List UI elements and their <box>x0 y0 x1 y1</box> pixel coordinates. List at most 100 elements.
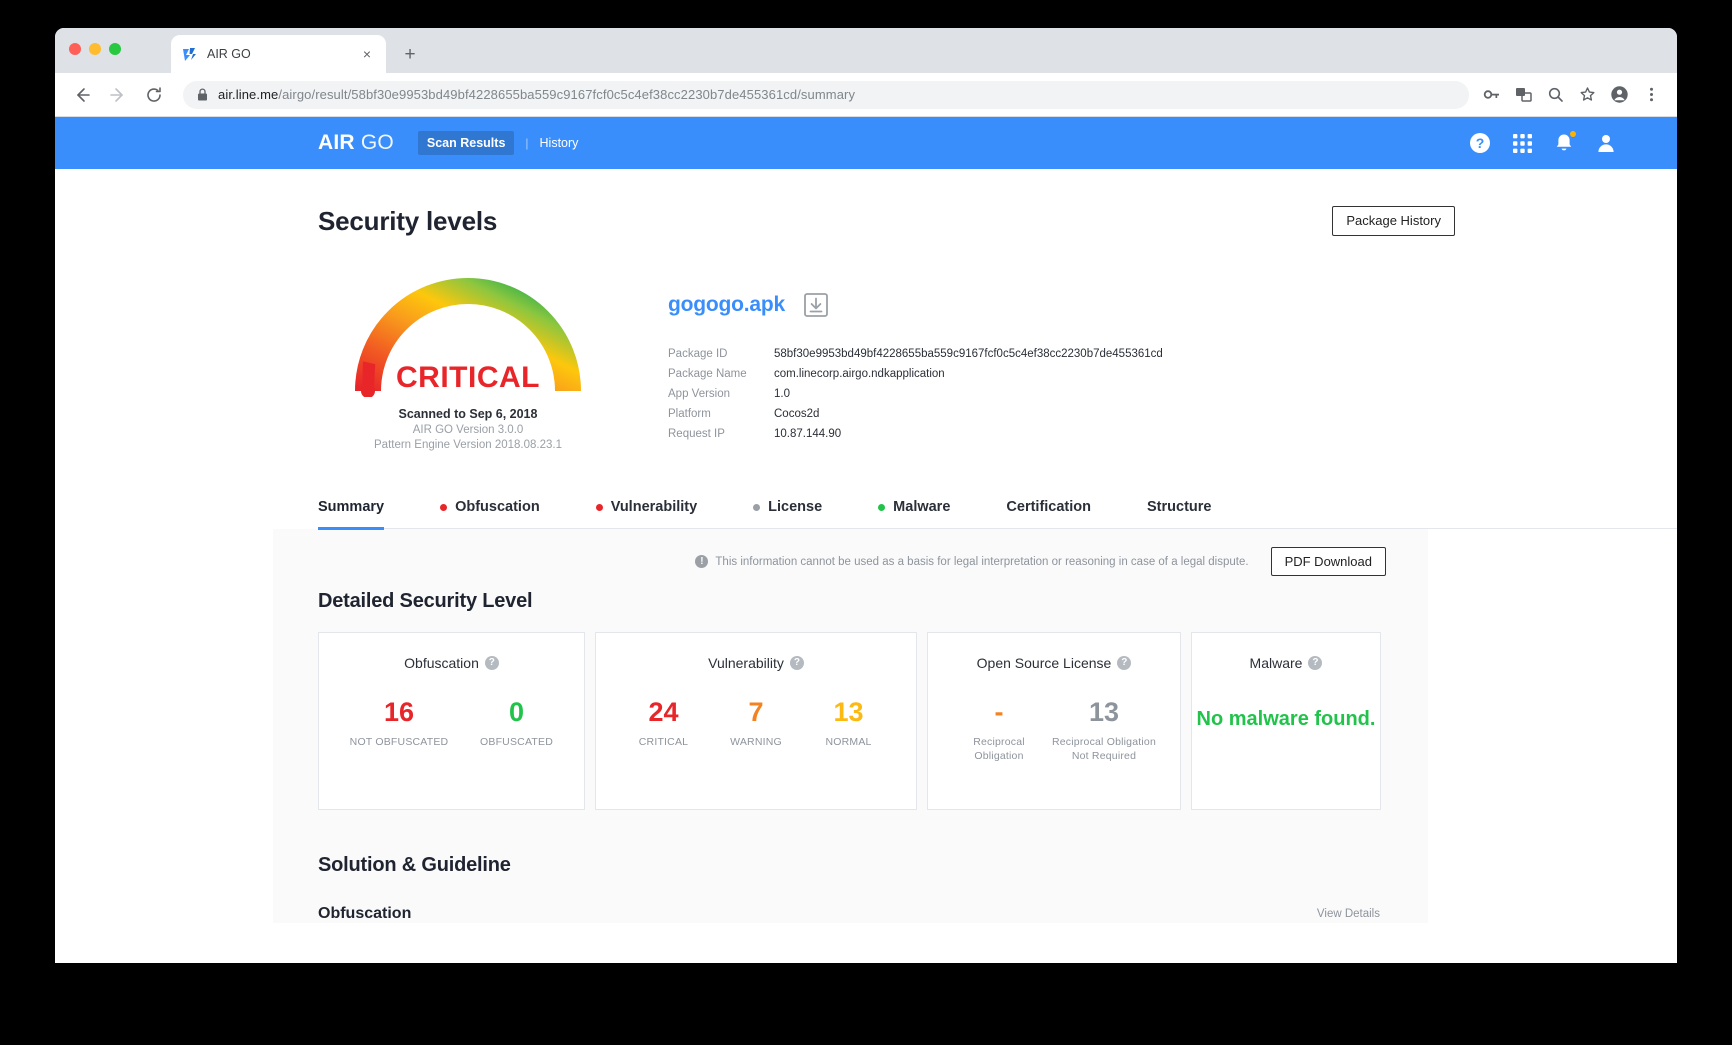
user-account-icon[interactable] <box>1595 132 1617 154</box>
app-header-actions: ? <box>1469 131 1637 154</box>
tab-label: Certification <box>1006 499 1091 515</box>
maximize-window-button[interactable] <box>109 43 121 55</box>
toolbar-icon-group <box>1477 81 1665 109</box>
tab-malware[interactable]: Malware <box>878 499 950 528</box>
card-title: Open Source License ? <box>977 655 1132 671</box>
package-id-value: 58bf30e9953bd49bf4228655ba559c9167fcf0c5… <box>774 348 1163 360</box>
scanned-date: Scanned to Sep 6, 2018 <box>398 407 538 421</box>
view-details-link[interactable]: View Details <box>1317 908 1380 920</box>
metric-value: 24 <box>648 697 679 727</box>
metric-reciprocal-obligation: - Reciprocal Obligation <box>949 699 1049 763</box>
overview-section: CRITICAL Scanned to Sep 6, 2018 AIR GO V… <box>318 237 1677 451</box>
reload-icon[interactable] <box>139 80 169 110</box>
airgo-logo-icon <box>181 46 198 63</box>
malware-status-message: No malware found. <box>1196 708 1376 730</box>
tab-summary[interactable]: Summary <box>318 499 385 530</box>
address-bar-text: air.line.me/airgo/result/58bf30e9953bd49… <box>218 87 855 102</box>
tab-label: Malware <box>893 499 951 515</box>
help-circle-icon[interactable]: ? <box>1469 132 1491 154</box>
page-container: Security levels Package History CRITICAL… <box>55 169 1677 923</box>
package-history-button[interactable]: Package History <box>1332 206 1455 236</box>
metric-caption: Reciprocal Obligation Not Required <box>1051 736 1156 763</box>
minimize-window-button[interactable] <box>89 43 101 55</box>
package-name-row: gogogo.apk <box>668 292 1163 318</box>
app-logo[interactable]: AIR GO <box>318 131 394 155</box>
browser-toolbar: air.line.me/airgo/result/58bf30e9953bd49… <box>55 73 1677 117</box>
browser-tab-strip: AIR GO × + <box>55 28 1677 73</box>
help-circle-icon[interactable]: ? <box>484 656 499 670</box>
brand-air: AIR <box>318 131 355 154</box>
request-ip-label: Request IP <box>668 428 725 440</box>
metric-warning: 7 WARNING <box>709 699 804 749</box>
close-window-button[interactable] <box>69 43 81 55</box>
new-tab-button[interactable]: + <box>396 40 424 68</box>
back-arrow-icon[interactable] <box>67 80 97 110</box>
card-metrics: 16 NOT OBFUSCATED 0 OBFUSCATED <box>319 699 584 749</box>
tab-structure[interactable]: Structure <box>1147 499 1211 528</box>
tab-license[interactable]: License <box>753 499 822 528</box>
browser-tab[interactable]: AIR GO × <box>171 35 386 73</box>
forward-arrow-icon[interactable] <box>103 80 133 110</box>
address-bar-path: /airgo/result/58bf30e9953bd49bf4228655ba… <box>278 87 856 102</box>
status-dot-red-icon <box>595 503 603 511</box>
pdf-download-button[interactable]: PDF Download <box>1270 547 1386 576</box>
metric-caption: NOT OBFUSCATED <box>349 736 449 748</box>
chrome-menu-icon[interactable] <box>1637 81 1665 109</box>
tab-certification[interactable]: Certification <box>1006 499 1091 528</box>
help-circle-icon[interactable]: ? <box>1117 656 1132 670</box>
close-tab-button[interactable]: × <box>358 45 376 63</box>
address-bar[interactable]: air.line.me/airgo/result/58bf30e9953bd49… <box>183 80 1469 109</box>
card-title: Malware ? <box>1250 655 1323 671</box>
tab-label: Obfuscation <box>455 499 540 515</box>
tab-vulnerability[interactable]: Vulnerability <box>595 499 698 528</box>
metric-normal: 13 NORMAL <box>804 699 894 749</box>
card-metrics: 24 CRITICAL 7 WARNING 13 NORMAL <box>596 699 916 749</box>
info-icon: ! <box>695 555 709 568</box>
nav-item-scan-results[interactable]: Scan Results <box>417 131 515 155</box>
key-icon[interactable] <box>1477 81 1505 109</box>
legal-notice: ! This information cannot be used as a b… <box>695 555 1249 568</box>
status-dot-green-icon <box>878 503 886 511</box>
metric-caption: CRITICAL <box>638 736 689 748</box>
package-id-label: Package ID <box>668 348 728 360</box>
metric-critical: 24 CRITICAL <box>619 699 709 749</box>
summary-panel: ! This information cannot be used as a b… <box>273 529 1428 923</box>
app-version-label: App Version <box>668 388 731 400</box>
metric-reciprocal-obligation-not-required: 13 Reciprocal Obligation Not Required <box>1049 699 1159 763</box>
card-title-text: Open Source License <box>976 655 1112 671</box>
browser-tab-title: AIR GO <box>207 47 251 61</box>
download-box-icon[interactable] <box>803 292 829 318</box>
status-dot-gray-icon <box>753 503 761 511</box>
scan-metadata: Scanned to Sep 6, 2018 AIR GO Version 3.… <box>318 407 618 451</box>
table-row: Request IP 10.87.144.90 <box>668 424 1163 444</box>
tab-obfuscation[interactable]: Obfuscation <box>440 499 540 528</box>
notification-bell-icon[interactable] <box>1553 131 1576 154</box>
card-title: Vulnerability ? <box>708 655 804 671</box>
profile-avatar-icon[interactable] <box>1605 81 1633 109</box>
card-title-text: Malware <box>1249 655 1303 671</box>
help-circle-icon[interactable]: ? <box>789 656 804 670</box>
security-cards: Obfuscation ? 16 NOT OBFUSCATED 0 OBFUSC… <box>318 632 1386 810</box>
table-row: App Version 1.0 <box>668 384 1163 404</box>
metric-caption: OBFUSCATED <box>480 736 553 748</box>
address-bar-host: air.line.me <box>218 87 279 102</box>
metric-value: 13 <box>1088 697 1120 727</box>
translate-icon[interactable] <box>1509 81 1537 109</box>
metric-caption: NORMAL <box>825 736 872 748</box>
platform-label: Platform <box>668 408 711 420</box>
detailed-security-level-title: Detailed Security Level <box>318 590 533 612</box>
apps-grid-icon[interactable] <box>1511 132 1533 154</box>
platform-value: Cocos2d <box>774 408 820 420</box>
zoom-out-icon[interactable] <box>1541 81 1569 109</box>
help-circle-icon[interactable]: ? <box>1308 656 1323 670</box>
package-file-name[interactable]: gogogo.apk <box>668 293 785 317</box>
legal-notice-text: This information cannot be used as a bas… <box>715 555 1249 568</box>
bookmark-star-icon[interactable] <box>1573 81 1601 109</box>
app-version-value: 1.0 <box>774 388 790 400</box>
tab-label: Summary <box>318 499 385 515</box>
package-name-label: Package Name <box>668 368 747 380</box>
tab-label: Vulnerability <box>610 499 698 515</box>
card-malware: Malware ? No malware found. <box>1191 632 1381 810</box>
nav-item-history[interactable]: History <box>540 136 579 150</box>
window-traffic-lights <box>69 43 121 55</box>
